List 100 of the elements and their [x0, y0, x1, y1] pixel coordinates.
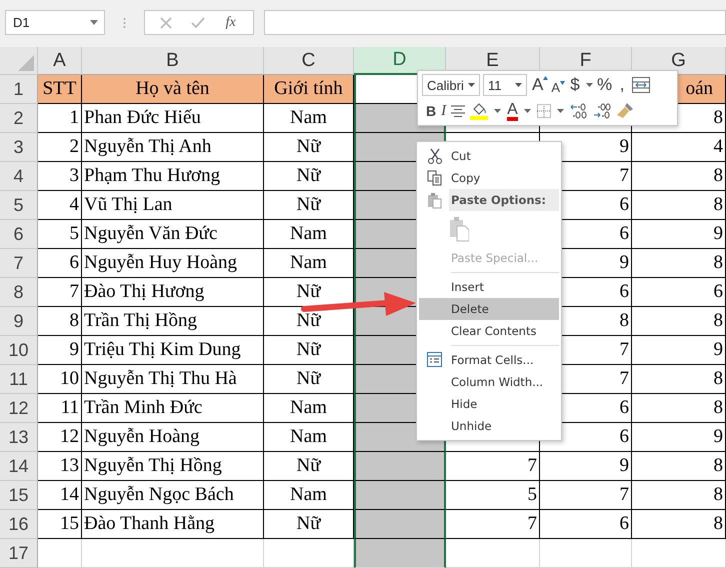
- table-cell: 6: [540, 510, 632, 539]
- column-header[interactable]: A: [38, 47, 82, 75]
- format-button[interactable]: $: [568, 75, 582, 95]
- row-header[interactable]: 4: [0, 162, 38, 191]
- table-cell: 9: [632, 423, 726, 452]
- column-title: STT: [38, 75, 82, 104]
- table-cell: 6: [38, 249, 82, 278]
- row-header[interactable]: 14: [0, 452, 38, 481]
- insert-function-button[interactable]: fx: [224, 14, 238, 30]
- table-cell: Vũ Thị Lan: [82, 191, 264, 220]
- decrease-decimal-icon[interactable]: [592, 103, 611, 119]
- format-button[interactable]: %: [597, 75, 612, 95]
- row-header[interactable]: 2: [0, 104, 38, 133]
- table-cell: 5: [38, 220, 82, 249]
- table-cell: 9: [540, 452, 632, 481]
- row-header[interactable]: 15: [0, 481, 38, 510]
- row-header[interactable]: 10: [0, 336, 38, 365]
- table-cell: 8: [632, 365, 726, 394]
- fill-color-icon[interactable]: [470, 102, 488, 120]
- increase-font-button[interactable]: A: [532, 75, 548, 95]
- table-cell: Trần Thị Hồng: [82, 307, 264, 336]
- dropdown-caret-icon[interactable]: [515, 83, 522, 87]
- table-cell: Nguyễn Văn Đức: [82, 220, 264, 249]
- row-header[interactable]: 17: [0, 539, 38, 568]
- table-cell: Nguyễn Ngọc Bách: [82, 481, 264, 510]
- format-cells-icon: [426, 352, 442, 368]
- table-cell: Nguyễn Huy Hoàng: [82, 249, 264, 278]
- table-cell: 10: [38, 365, 82, 394]
- decrease-font-button[interactable]: A: [551, 76, 566, 94]
- clipboard-icon: [426, 192, 442, 208]
- row-header[interactable]: 8: [0, 278, 38, 307]
- row-header[interactable]: 5: [0, 191, 38, 220]
- font-color-button[interactable]: A: [507, 102, 518, 120]
- table-cell: 15: [38, 510, 82, 539]
- table-cell: Nguyễn Thị Thu Hà: [82, 365, 264, 394]
- font-size-field[interactable]: 11: [483, 74, 527, 96]
- italic-button[interactable]: I: [441, 102, 446, 120]
- table-cell: 1: [38, 104, 82, 133]
- row-header[interactable]: 7: [0, 249, 38, 278]
- table-cell: Đào Thị Hương: [82, 278, 264, 307]
- increase-decimal-icon[interactable]: [570, 103, 588, 119]
- copy-icon: [426, 170, 442, 186]
- row-header[interactable]: 12: [0, 394, 38, 423]
- dropdown-caret-icon[interactable]: [494, 109, 502, 113]
- align-center-icon[interactable]: [451, 105, 466, 117]
- column-header[interactable]: D: [354, 47, 446, 75]
- row-header[interactable]: 1: [0, 75, 38, 104]
- row-header[interactable]: 6: [0, 220, 38, 249]
- table-cell: 8: [632, 481, 726, 510]
- grip-icon[interactable]: [123, 16, 126, 28]
- column-header[interactable]: G: [632, 47, 726, 75]
- table-cell: 3: [38, 162, 82, 191]
- menu-item[interactable]: Delete: [419, 298, 559, 320]
- borders-icon[interactable]: [536, 104, 551, 118]
- table-cell: 8: [632, 249, 726, 278]
- scissors-icon: [426, 148, 442, 164]
- table-cell: 8: [632, 307, 726, 336]
- row-header[interactable]: 11: [0, 365, 38, 394]
- dropdown-caret-icon[interactable]: [90, 20, 98, 25]
- table-cell: Đào Thanh Hằng: [82, 510, 264, 539]
- column-title: Họ và tên: [82, 75, 264, 104]
- table-cell: 4: [38, 191, 82, 220]
- table-cell: 8: [632, 394, 726, 423]
- wrap-text-icon[interactable]: [632, 77, 650, 93]
- column-header[interactable]: B: [82, 47, 264, 75]
- table-cell: 5: [446, 481, 540, 510]
- font-field[interactable]: Calibri: [422, 74, 480, 96]
- table-cell: 11: [38, 394, 82, 423]
- bold-button[interactable]: B: [426, 103, 436, 119]
- row-header[interactable]: 3: [0, 133, 38, 162]
- column-header[interactable]: C: [264, 47, 354, 75]
- dropdown-caret-icon[interactable]: [556, 109, 564, 113]
- table-cell: 7: [446, 510, 540, 539]
- table-cell: 2: [38, 133, 82, 162]
- table-cell: 7: [446, 452, 540, 481]
- paintbrush-icon[interactable]: [616, 102, 634, 120]
- table-cell: 12: [38, 423, 82, 452]
- check-icon[interactable]: [190, 16, 205, 28]
- dropdown-caret-icon[interactable]: [524, 109, 531, 113]
- column-title: Giới tính: [264, 75, 354, 104]
- row-header[interactable]: 9: [0, 307, 38, 336]
- formula-field[interactable]: [264, 10, 726, 35]
- row-header[interactable]: 16: [0, 510, 38, 539]
- table-cell: 9: [632, 336, 726, 365]
- dropdown-caret-icon[interactable]: [586, 83, 594, 87]
- table-cell: 9: [632, 220, 726, 249]
- menu-section-header: Paste Options:: [449, 189, 559, 211]
- table-cell: 8: [38, 307, 82, 336]
- table-cell: 9: [38, 336, 82, 365]
- row-header[interactable]: 13: [0, 423, 38, 452]
- table-cell: 13: [38, 452, 82, 481]
- table-cell: 7: [38, 278, 82, 307]
- table-cell: Nguyễn Hoàng: [82, 423, 264, 452]
- table-cell: 8: [632, 191, 726, 220]
- table-cell: Trần Minh Đức: [82, 394, 264, 423]
- table-cell: Nguyễn Thị Anh: [82, 133, 264, 162]
- name-box[interactable]: D1: [5, 10, 105, 35]
- dropdown-caret-icon[interactable]: [468, 83, 475, 87]
- down-caret-icon[interactable]: [560, 80, 566, 84]
- format-button[interactable]: ,: [615, 75, 630, 95]
